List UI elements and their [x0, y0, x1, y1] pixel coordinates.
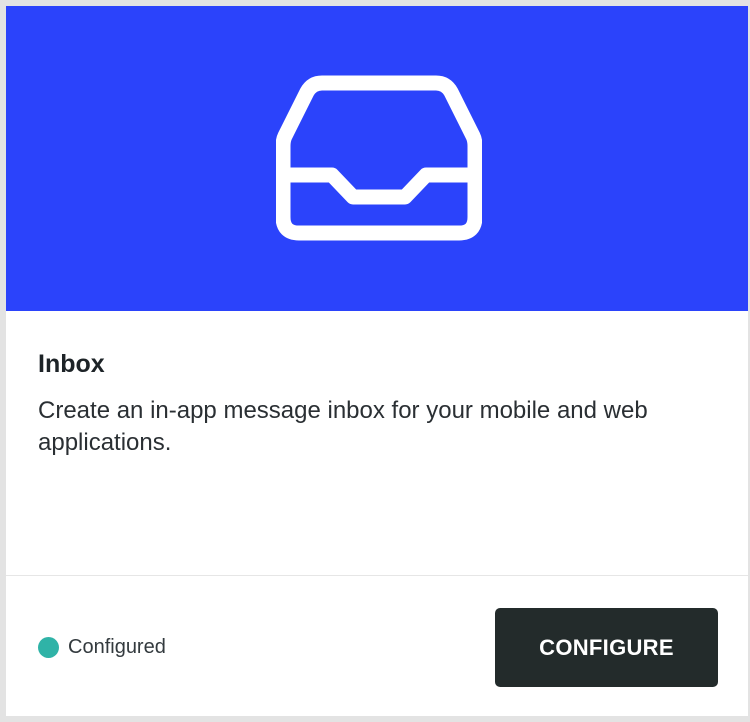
status-label: Configured — [68, 636, 166, 658]
configure-button[interactable]: CONFIGURE — [495, 608, 718, 687]
integration-card: Inbox Create an in-app message inbox for… — [6, 6, 748, 716]
card-body: Inbox Create an in-app message inbox for… — [6, 311, 748, 576]
card-title: Inbox — [38, 350, 105, 378]
card-footer: Configured CONFIGURE — [6, 576, 748, 716]
card-description: Create an in-app message inbox for your … — [38, 397, 648, 456]
status-dot — [38, 637, 59, 658]
inbox-icon — [276, 75, 482, 241]
status-indicator: Configured — [38, 636, 166, 659]
card-hero-banner — [6, 6, 748, 311]
